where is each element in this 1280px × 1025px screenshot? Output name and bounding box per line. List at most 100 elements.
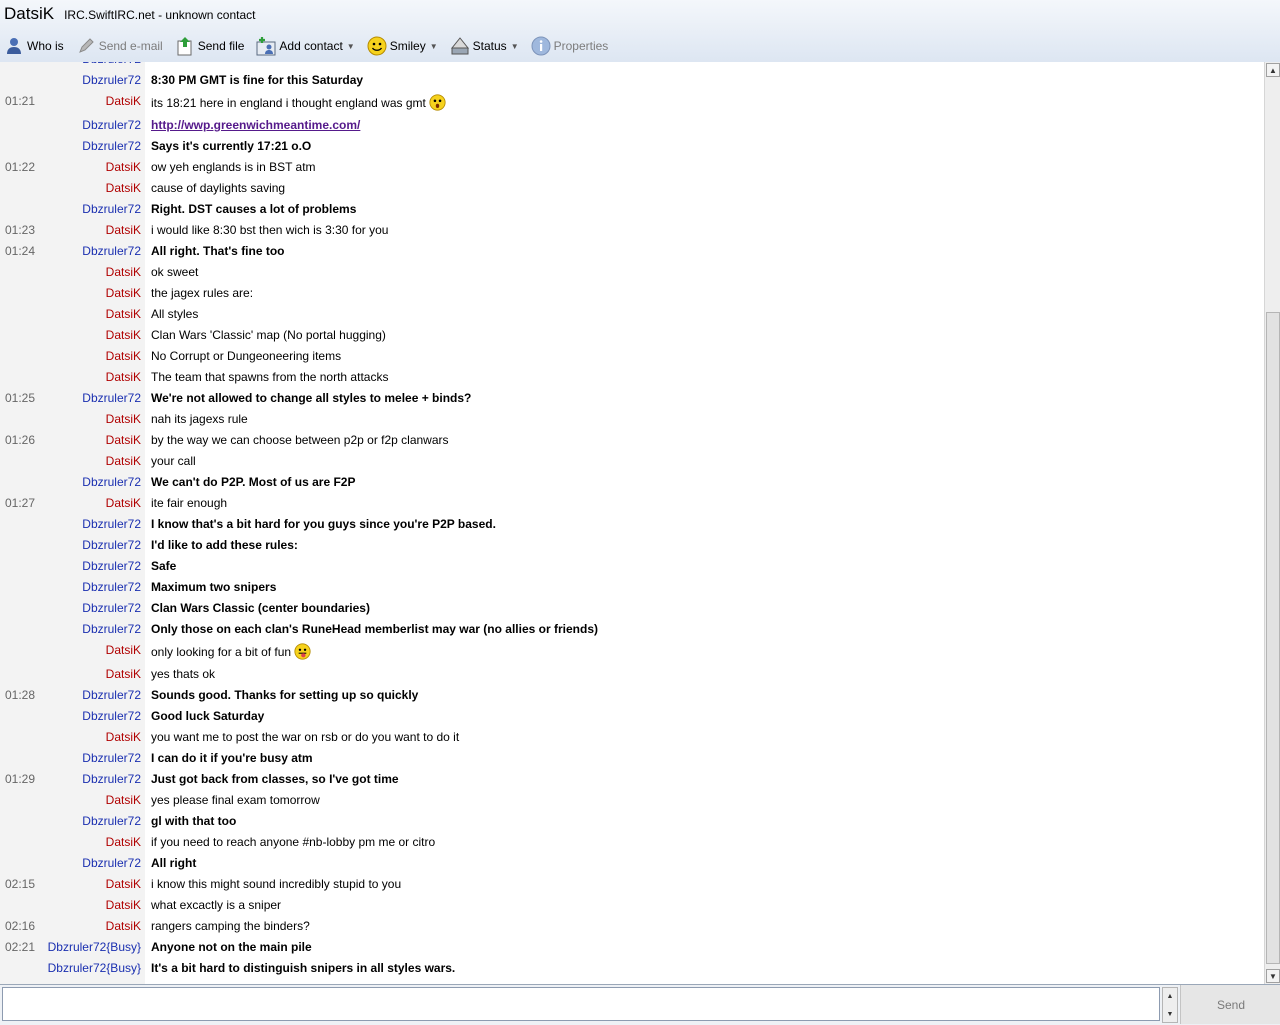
- nick[interactable]: Dbzruler72: [82, 475, 141, 489]
- compose-area: ▲ ▼ Send: [0, 984, 1280, 1025]
- chevron-down-icon: ▼: [510, 41, 519, 51]
- chat-log[interactable]: Dbzruler72 Dbzruler72 8:30 PM GMT is fine…: [0, 62, 1264, 984]
- nick[interactable]: DatsiK: [106, 181, 141, 195]
- nick[interactable]: Dbzruler72: [82, 814, 141, 828]
- add-contact-button[interactable]: Add contact ▼: [252, 34, 358, 58]
- nick[interactable]: DatsiK: [106, 898, 141, 912]
- status-icon: [450, 36, 470, 56]
- input-scrollbar[interactable]: ▲ ▼: [1162, 987, 1178, 1023]
- nick[interactable]: DatsiK: [106, 286, 141, 300]
- nick[interactable]: Dbzruler72: [82, 118, 141, 132]
- nick[interactable]: DatsiK: [106, 349, 141, 363]
- scroll-down-button[interactable]: ▼: [1164, 1007, 1176, 1021]
- message-link[interactable]: http://wwp.greenwichmeantime.com/: [151, 118, 360, 132]
- nick[interactable]: Dbzruler72: [82, 601, 141, 615]
- message-text: ow yeh englands is in BST atm: [151, 160, 316, 174]
- chat-scrollbar[interactable]: ▲ ▼: [1264, 62, 1280, 984]
- nick[interactable]: Dbzruler72: [82, 622, 141, 636]
- message-row: DatsiK you want me to post the war on rsb…: [0, 726, 1264, 747]
- send-button[interactable]: Send: [1180, 985, 1280, 1024]
- message-text-content: the jagex rules are:: [151, 286, 254, 300]
- message-row: Dbzruler72 gl with that too: [0, 810, 1264, 831]
- nick[interactable]: Dbzruler72: [82, 688, 141, 702]
- nick[interactable]: Dbzruler72: [82, 391, 141, 405]
- nick[interactable]: DatsiK: [106, 370, 141, 384]
- nick[interactable]: Dbzruler72: [82, 517, 141, 531]
- message-text-content: The team that spawns from the north atta…: [151, 370, 389, 384]
- nick[interactable]: DatsiK: [106, 160, 141, 174]
- message-row: Dbzruler72{Busy} It's a bit hard to disti…: [0, 957, 1264, 978]
- nick[interactable]: DatsiK: [106, 877, 141, 891]
- message-row: DatsiK if you need to reach anyone #nb-lo…: [0, 831, 1264, 852]
- message-text-content: rangers camping the binders?: [151, 919, 310, 933]
- timestamp: 02:15: [5, 877, 36, 891]
- nick[interactable]: DatsiK: [106, 307, 141, 321]
- scroll-thumb[interactable]: [1266, 312, 1280, 964]
- timestamp: 01:23: [5, 223, 36, 237]
- nick[interactable]: Dbzruler72: [82, 139, 141, 153]
- message-text-content: Clan Wars 'Classic' map (No portal huggi…: [151, 328, 386, 342]
- nick[interactable]: DatsiK: [106, 835, 141, 849]
- message-row: Dbzruler72 Safe: [0, 555, 1264, 576]
- nick[interactable]: Dbzruler72: [82, 244, 141, 258]
- message-text-content: you want me to post the war on rsb or do…: [151, 730, 460, 744]
- nick[interactable]: DatsiK: [106, 94, 141, 108]
- status-button[interactable]: Status ▼: [446, 34, 523, 58]
- message-row: DatsiK The team that spawns from the nort…: [0, 366, 1264, 387]
- scroll-up-button[interactable]: ▲: [1266, 63, 1280, 77]
- toolbar: Who is Send e-mail Send file Add contact…: [0, 33, 616, 59]
- nick[interactable]: DatsiK: [106, 433, 141, 447]
- nick[interactable]: DatsiK: [106, 412, 141, 426]
- message-row: 01:26 DatsiK by the way we can choose betw…: [0, 429, 1264, 450]
- message-row: DatsiK what excactly is a sniper: [0, 894, 1264, 915]
- message-row: Dbzruler72 All right: [0, 852, 1264, 873]
- message-text: Safe: [151, 559, 176, 573]
- nick[interactable]: Dbzruler72{Busy}: [48, 940, 141, 954]
- message-row: DatsiK your call: [0, 450, 1264, 471]
- nick[interactable]: DatsiK: [106, 223, 141, 237]
- message-text-content: Anyone not on the main pile: [151, 940, 312, 954]
- message-text-content[interactable]: http://wwp.greenwichmeantime.com/: [151, 118, 360, 132]
- nick[interactable]: Dbzruler72: [82, 709, 141, 723]
- message-input[interactable]: [2, 987, 1160, 1021]
- nick[interactable]: Dbzruler72: [82, 202, 141, 216]
- message-text: only looking for a bit of fun: [151, 643, 311, 663]
- nick[interactable]: Dbzruler72: [82, 772, 141, 786]
- nick[interactable]: Dbzruler72: [82, 73, 141, 87]
- nick[interactable]: DatsiK: [106, 265, 141, 279]
- nick[interactable]: DatsiK: [106, 643, 141, 657]
- message-row: 02:16 DatsiK rangers camping the binders?: [0, 915, 1264, 936]
- message-text-content: ow yeh englands is in BST atm: [151, 160, 316, 174]
- nick[interactable]: DatsiK: [106, 793, 141, 807]
- send-file-button[interactable]: Send file: [171, 34, 249, 58]
- nick[interactable]: Dbzruler72{Busy}: [48, 961, 141, 975]
- message-text-content: ok sweet: [151, 265, 199, 279]
- send-email-button[interactable]: Send e-mail: [72, 34, 167, 58]
- message-text-content: Clan Wars Classic (center boundaries): [151, 601, 370, 615]
- nick[interactable]: DatsiK: [106, 667, 141, 681]
- nick[interactable]: Dbzruler72: [82, 751, 141, 765]
- nick[interactable]: Dbzruler72: [82, 538, 141, 552]
- message-text-content: All right: [151, 856, 197, 870]
- nick[interactable]: DatsiK: [106, 328, 141, 342]
- message-row: DatsiK yes please final exam tomorrow: [0, 789, 1264, 810]
- message-text: its 18:21 here in england i thought engl…: [151, 94, 446, 114]
- scroll-down-button[interactable]: ▼: [1266, 969, 1280, 983]
- message-text-content: i know this might sound incredibly stupi…: [151, 877, 402, 891]
- scroll-up-button[interactable]: ▲: [1164, 989, 1176, 1003]
- nick[interactable]: Dbzruler72: [82, 856, 141, 870]
- nick[interactable]: DatsiK: [106, 496, 141, 510]
- message-text: No Corrupt or Dungeoneering items: [151, 349, 341, 363]
- whois-button[interactable]: Who is: [0, 34, 68, 58]
- timestamp: 01:29: [5, 772, 36, 786]
- nick[interactable]: Dbzruler72: [82, 580, 141, 594]
- message-text-content: if you need to reach anyone #nb-lobby pm…: [151, 835, 436, 849]
- message-row: DatsiK ok sweet: [0, 261, 1264, 282]
- nick[interactable]: DatsiK: [106, 454, 141, 468]
- nick[interactable]: Dbzruler72: [82, 559, 141, 573]
- properties-button[interactable]: Properties: [527, 34, 613, 58]
- nick[interactable]: DatsiK: [106, 919, 141, 933]
- message-text-content: Good luck Saturday: [151, 709, 265, 723]
- nick[interactable]: DatsiK: [106, 730, 141, 744]
- smiley-button[interactable]: Smiley ▼: [363, 34, 442, 58]
